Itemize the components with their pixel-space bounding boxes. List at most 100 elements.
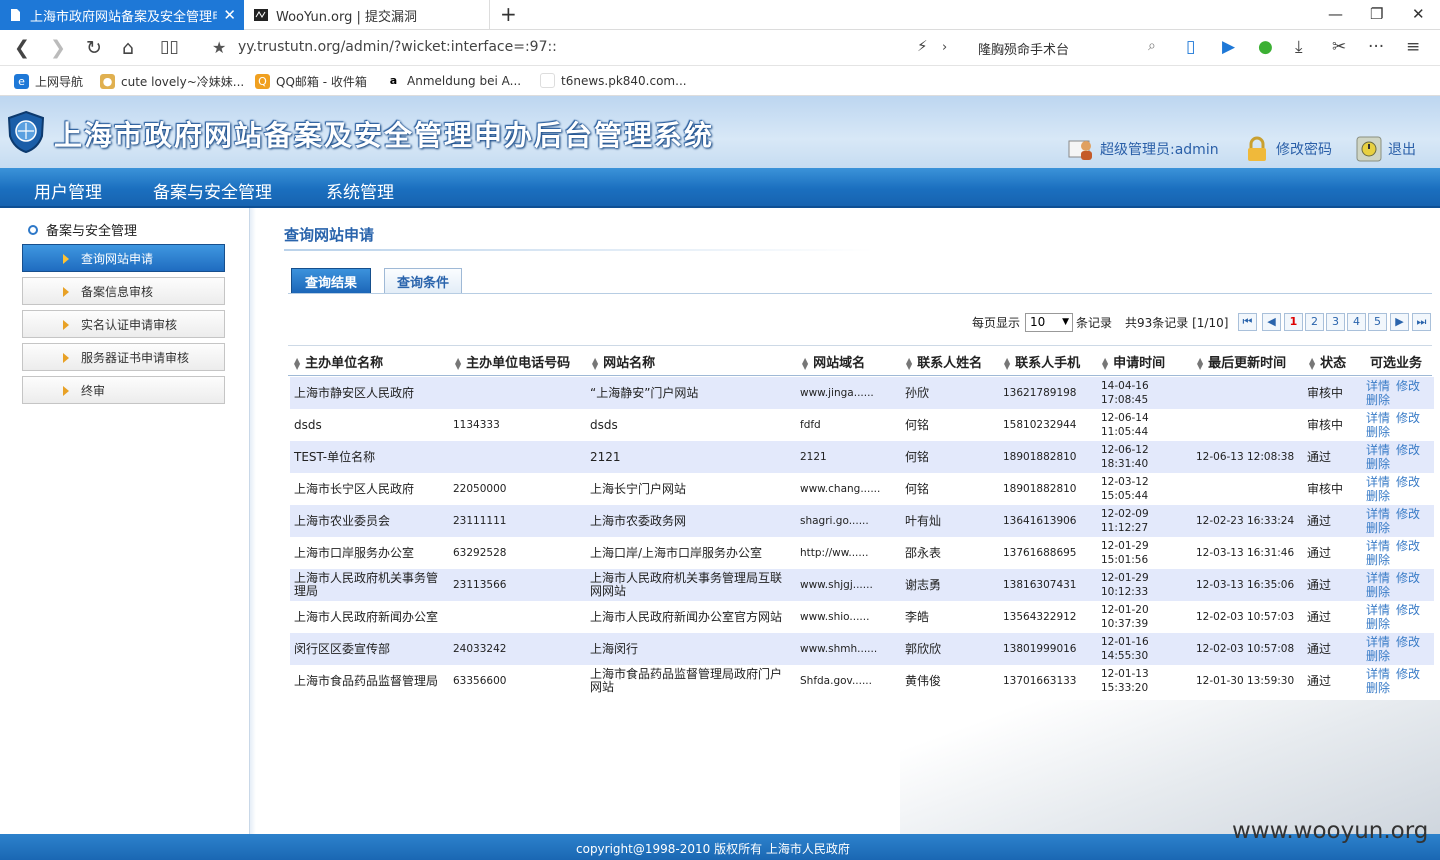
- column-header[interactable]: ▲ ▼ 联系人姓名: [906, 352, 982, 371]
- download-icon[interactable]: ⤓: [1295, 37, 1303, 57]
- detail-link[interactable]: 详情: [1366, 539, 1390, 553]
- detail-link[interactable]: 详情: [1366, 411, 1390, 425]
- close-tab-icon[interactable]: ✕: [223, 6, 236, 24]
- page-5-button[interactable]: 5: [1368, 313, 1387, 331]
- admin-user-link[interactable]: 超级管理员:admin: [1068, 136, 1219, 162]
- new-tab-icon[interactable]: +: [500, 2, 517, 26]
- next-page-button[interactable]: ▶: [1390, 313, 1409, 331]
- sidebar-item-filing-review[interactable]: 备案信息审核: [22, 277, 225, 305]
- delete-link[interactable]: 删除: [1366, 681, 1390, 695]
- tab-query-conditions[interactable]: 查询条件: [384, 268, 462, 294]
- column-header[interactable]: ▲ ▼ 网站域名: [802, 352, 865, 371]
- search-input[interactable]: 隆胸殒命手术台: [978, 39, 1069, 58]
- play-icon[interactable]: ▶: [1222, 37, 1235, 57]
- forward-icon[interactable]: ❯: [50, 37, 66, 59]
- delete-link[interactable]: 删除: [1366, 521, 1390, 535]
- tab-query-results[interactable]: 查询结果: [291, 268, 371, 294]
- cell-apply-time: 11:12:27: [1101, 522, 1149, 534]
- column-header[interactable]: ▲ ▼ 最后更新时间: [1197, 352, 1286, 371]
- edit-link[interactable]: 修改: [1396, 475, 1420, 489]
- menu-user-management[interactable]: 用户管理: [34, 178, 102, 203]
- sort-icon: ▲ ▼: [1102, 355, 1109, 371]
- detail-link[interactable]: 详情: [1366, 379, 1390, 393]
- detail-link[interactable]: 详情: [1366, 475, 1390, 489]
- column-header[interactable]: ▲ ▼ 主办单位电话号码: [455, 352, 570, 371]
- menu-system-management[interactable]: 系统管理: [326, 178, 394, 203]
- delete-link[interactable]: 删除: [1366, 617, 1390, 631]
- cell-apply-time: 10:12:33: [1101, 586, 1149, 598]
- phone-icon[interactable]: ▯: [1186, 37, 1195, 57]
- detail-link[interactable]: 详情: [1366, 571, 1390, 585]
- column-header[interactable]: ▲ ▼ 网站名称: [592, 352, 655, 371]
- more-icon[interactable]: ···: [1368, 37, 1384, 57]
- edit-link[interactable]: 修改: [1396, 443, 1420, 457]
- footer: copyright@1998-2010 版权所有 上海市人民政府: [0, 834, 1440, 860]
- sidebar-item-final-review[interactable]: 终审: [22, 376, 225, 404]
- address-bar[interactable]: yy.trustutn.org/admin/?wicket:interface=…: [238, 39, 557, 55]
- per-page-select[interactable]: 10: [1025, 313, 1073, 332]
- column-header[interactable]: ▲ ▼ 联系人手机: [1004, 352, 1080, 371]
- reading-view-icon[interactable]: ▯▯: [160, 37, 179, 57]
- detail-link[interactable]: 详情: [1366, 443, 1390, 457]
- delete-link[interactable]: 删除: [1366, 393, 1390, 407]
- favorite-star-icon[interactable]: ★: [212, 38, 226, 57]
- browser-tab[interactable]: WooYun.org | 提交漏洞: [246, 0, 490, 30]
- delete-link[interactable]: 删除: [1366, 649, 1390, 663]
- edit-link[interactable]: 修改: [1396, 667, 1420, 681]
- restore-icon[interactable]: ❐: [1370, 5, 1383, 23]
- page-1-button[interactable]: 1: [1284, 313, 1303, 331]
- delete-link[interactable]: 删除: [1366, 553, 1390, 567]
- page-3-button[interactable]: 3: [1326, 313, 1345, 331]
- last-page-button[interactable]: ⏭: [1412, 313, 1431, 331]
- edit-link[interactable]: 修改: [1396, 539, 1420, 553]
- wechat-icon[interactable]: ●: [1258, 37, 1273, 57]
- cell-unit: 上海市静安区人民政府: [294, 386, 415, 400]
- prev-page-button[interactable]: ◀: [1262, 313, 1281, 331]
- delete-link[interactable]: 删除: [1366, 489, 1390, 503]
- search-icon[interactable]: ⌕: [1148, 38, 1156, 54]
- edit-link[interactable]: 修改: [1396, 603, 1420, 617]
- column-header[interactable]: ▲ ▼ 状态: [1309, 352, 1346, 371]
- sidebar-item-query-site[interactable]: 查询网站申请: [22, 244, 225, 272]
- table-row: TEST-单位名称 2121 2121 何铭 18901882810 12-06-13 1…: [290, 441, 1434, 473]
- browser-tab-active[interactable]: 上海市政府网站备案及安全管理申办 ✕: [0, 0, 244, 30]
- bookmark-item[interactable]: Q QQ邮箱 - 收件箱: [255, 73, 367, 90]
- column-header[interactable]: ▲ ▼ 申请时间: [1102, 352, 1165, 371]
- close-window-icon[interactable]: ✕: [1412, 5, 1425, 23]
- edit-link[interactable]: 修改: [1396, 507, 1420, 521]
- back-icon[interactable]: ❮: [14, 37, 30, 59]
- menu-icon[interactable]: ≡: [1406, 37, 1420, 57]
- scissors-icon[interactable]: ✂: [1332, 37, 1346, 57]
- menu-filing-security[interactable]: 备案与安全管理: [153, 178, 272, 203]
- chevron-right-icon[interactable]: ›: [942, 40, 947, 55]
- bookmark-item[interactable]: t6news.pk840.com...: [540, 73, 687, 88]
- bookmark-item[interactable]: e 上网导航: [14, 73, 83, 90]
- delete-link[interactable]: 删除: [1366, 585, 1390, 599]
- bookmark-item[interactable]: a Anmeldung bei A...: [386, 73, 521, 88]
- page-2-button[interactable]: 2: [1305, 313, 1324, 331]
- home-icon[interactable]: ⌂: [122, 37, 134, 59]
- edit-link[interactable]: 修改: [1396, 379, 1420, 393]
- detail-link[interactable]: 详情: [1366, 507, 1390, 521]
- refresh-icon[interactable]: ↻: [86, 37, 102, 59]
- lightning-icon[interactable]: ⚡: [917, 37, 928, 55]
- table-row: 上海市人民政府新闻办公室 上海市人民政府新闻办公室官方网站 www.shio....…: [290, 601, 1434, 633]
- page-4-button[interactable]: 4: [1347, 313, 1366, 331]
- change-password-link[interactable]: 修改密码: [1244, 136, 1332, 162]
- detail-link[interactable]: 详情: [1366, 667, 1390, 681]
- edit-link[interactable]: 修改: [1396, 411, 1420, 425]
- edit-link[interactable]: 修改: [1396, 635, 1420, 649]
- minimize-icon[interactable]: —: [1328, 5, 1343, 23]
- bookmark-item[interactable]: ● cute lovely~冷妹妹...: [100, 73, 244, 90]
- sort-icon: ▲ ▼: [592, 355, 599, 371]
- logout-link[interactable]: 退出: [1356, 136, 1416, 162]
- sidebar-item-certificate-review[interactable]: 服务器证书申请审核: [22, 343, 225, 371]
- first-page-button[interactable]: ⏮: [1238, 313, 1257, 331]
- sidebar-item-realname-review[interactable]: 实名认证申请审核: [22, 310, 225, 338]
- delete-link[interactable]: 删除: [1366, 457, 1390, 471]
- delete-link[interactable]: 删除: [1366, 425, 1390, 439]
- column-header[interactable]: ▲ ▼ 主办单位名称: [294, 352, 383, 371]
- detail-link[interactable]: 详情: [1366, 635, 1390, 649]
- edit-link[interactable]: 修改: [1396, 571, 1420, 585]
- detail-link[interactable]: 详情: [1366, 603, 1390, 617]
